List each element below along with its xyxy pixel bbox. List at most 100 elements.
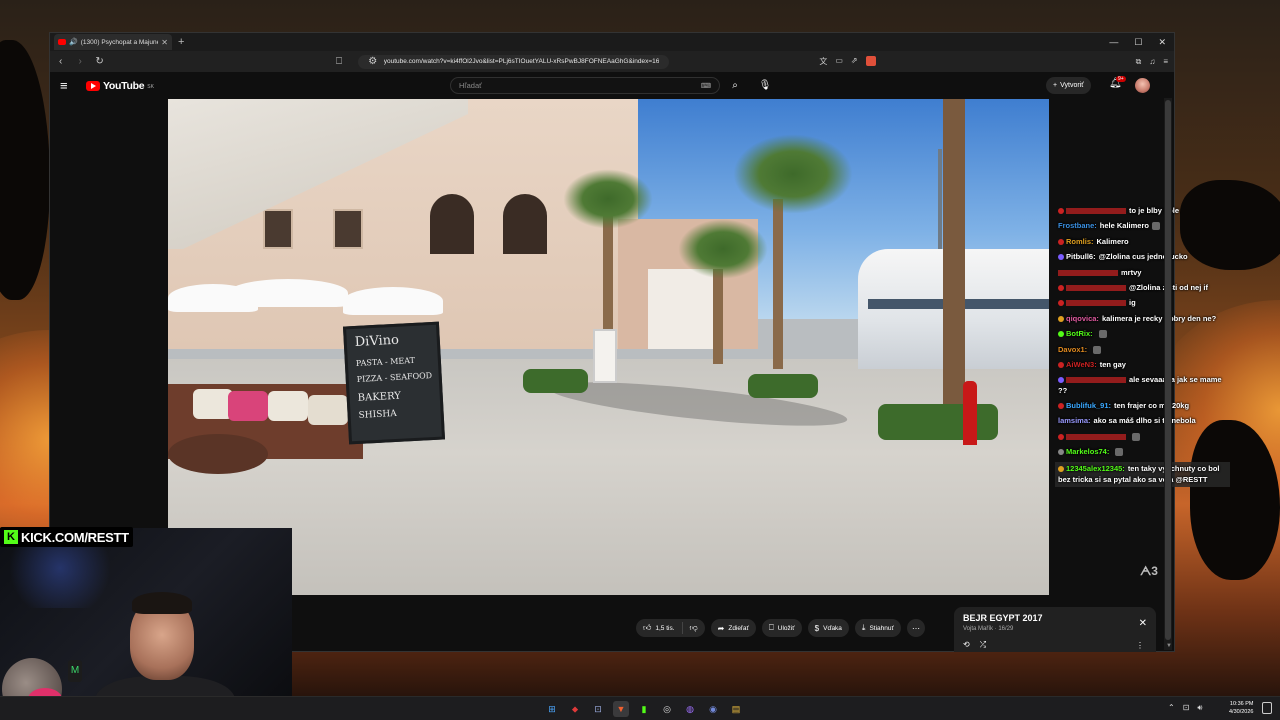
video-palm-leaves	[563, 169, 653, 229]
chat-username[interactable]: Frostbane:	[1058, 221, 1097, 230]
dislike-button[interactable]: 👎︎	[683, 619, 705, 637]
extensions-icon[interactable]: ⧉	[1136, 57, 1142, 67]
keyboard-icon[interactable]: ⌨	[701, 82, 711, 90]
chat-message: lamsima: ako sa máš dlho si tu nebola	[1058, 416, 1230, 426]
playlist-title[interactable]: BEJR EGYPT 2017	[963, 613, 1147, 623]
pin-app-icon[interactable]: ⬥	[567, 701, 583, 717]
like-button[interactable]: 👍︎ 1,5 tis.	[636, 619, 682, 637]
bookmark-icon: ⎕	[768, 623, 774, 632]
video-arch	[503, 194, 547, 254]
chat-text: kalimera je recky dobry den ne?	[1101, 313, 1217, 323]
stream-chat: to je blby vole Frostbane: hele Kalimero Ro…	[1055, 206, 1230, 492]
close-icon[interactable]: ✕	[161, 38, 168, 47]
chat-username[interactable]: qiqovica:	[1066, 314, 1099, 323]
reload-icon[interactable]: ↻	[95, 56, 104, 67]
share-button[interactable]: ➦ Zdieľať	[710, 619, 756, 637]
address-bar-actions: 文 ▭ ⇗	[819, 56, 876, 67]
search-input[interactable]	[459, 81, 701, 90]
create-button[interactable]: + Vytvoriť	[1046, 77, 1091, 94]
screencast-icon[interactable]: ▭	[835, 56, 843, 67]
chat-username[interactable]: Bublifuk_91:	[1066, 401, 1111, 410]
speaker-icon[interactable]: 🔊	[69, 38, 78, 46]
chat-username-obscured	[1066, 377, 1126, 384]
save-button[interactable]: ⎕ Uložiť	[761, 619, 802, 637]
network-icon[interactable]: ⊡	[1183, 703, 1190, 713]
youtube-logo-text: YouTube	[103, 79, 145, 92]
chat-badge-icon	[1058, 466, 1064, 473]
chat-text: ako sa máš dlho si tu nebola	[1093, 416, 1196, 426]
chat-message: ig	[1058, 298, 1230, 308]
more-vert-icon[interactable]: ⋮	[1136, 641, 1144, 650]
kick-banner: K KICK.COM/RESTT	[0, 527, 133, 547]
chat-username[interactable]: Markelos74:	[1066, 447, 1109, 456]
download-button[interactable]: ⤓ Stiahnuť	[854, 619, 901, 637]
kick-app-icon[interactable]: ▮	[636, 701, 652, 717]
volume-icon[interactable]: 🔊︎	[1197, 703, 1202, 713]
chat-username-obscured	[1066, 433, 1126, 440]
video-cushion	[308, 395, 348, 425]
file-explorer-icon[interactable]: ▤	[728, 701, 744, 717]
search-icon[interactable]: ⌕	[726, 77, 744, 94]
shuffle-icon[interactable]: ⤮	[980, 640, 986, 650]
forward-icon[interactable]: ›	[75, 56, 84, 67]
tab-bar: 🔊 (1300) Psychopat a Majuner s ✕ + — ☐ ✕	[50, 33, 1174, 51]
menu-icon[interactable]: ≡	[1163, 57, 1168, 67]
chat-badge-icon	[1058, 361, 1064, 368]
maximize-icon[interactable]: ☐	[1134, 37, 1142, 48]
chat-message: Pitbull6: @Zlolina cus jednorucko	[1058, 252, 1230, 262]
chat-text: ig	[1129, 298, 1136, 308]
obs-icon[interactable]: ◎	[659, 701, 675, 717]
close-icon[interactable]: ✕	[1139, 618, 1147, 629]
chat-username[interactable]: AiWeN3:	[1066, 360, 1097, 369]
bookmark-icon[interactable]: ⎕	[334, 56, 343, 67]
windows-start-icon[interactable]: ⊞	[544, 701, 560, 717]
video-player[interactable]: DiVino PASTA - MEAT PIZZA - SEAFOOD BAKE…	[168, 99, 1049, 595]
chat-username[interactable]: BotRix:	[1066, 329, 1093, 338]
repeat-icon[interactable]: ⟲	[963, 640, 970, 650]
plus-icon[interactable]: +	[178, 36, 184, 48]
translate-icon[interactable]: 文	[819, 56, 827, 67]
site-info-icon[interactable]: ⚙	[368, 56, 378, 67]
chat-message: @Zlolina zisti od nej if	[1058, 283, 1230, 293]
browser-tab[interactable]: 🔊 (1300) Psychopat a Majuner s ✕	[54, 34, 172, 50]
chat-username[interactable]: Pitbull6:	[1066, 252, 1096, 261]
back-icon[interactable]: ‹	[56, 56, 65, 67]
url-field[interactable]: ⚙ youtube.com/watch?v=ki4ffOl2Jvo&list=P…	[357, 54, 670, 69]
close-window-icon[interactable]: ✕	[1158, 37, 1166, 48]
video-arch	[430, 194, 474, 254]
chat-username[interactable]: Davox1:	[1058, 345, 1087, 354]
video-palm-leaves	[733, 134, 853, 214]
app-icon[interactable]: ◍	[682, 701, 698, 717]
discord-icon[interactable]: ◉	[705, 701, 721, 717]
microphone-icon[interactable]: 🎙	[756, 77, 774, 94]
media-icon[interactable]: ♫	[1149, 57, 1155, 67]
chat-badge-icon	[1058, 254, 1064, 261]
scroll-down-arrow-icon[interactable]: ▼	[1166, 643, 1172, 649]
chat-username[interactable]: lamsima:	[1058, 416, 1091, 425]
clock[interactable]: 10:36 PM 4/30/2026	[1229, 700, 1253, 716]
more-actions-button[interactable]: ⋯	[906, 619, 925, 637]
chat-badge-icon	[1058, 331, 1064, 338]
youtube-play-icon	[86, 80, 100, 91]
scrollbar-thumb[interactable]	[1165, 100, 1171, 640]
brave-shield-icon[interactable]	[865, 56, 876, 66]
avatar[interactable]	[1135, 78, 1150, 93]
chat-message: Frostbane: hele Kalimero	[1058, 221, 1230, 231]
menu-chalkboard: DiVino PASTA - MEAT PIZZA - SEAFOOD BAKE…	[342, 321, 446, 445]
hamburger-menu-icon[interactable]: ≡	[60, 78, 80, 93]
minimize-icon[interactable]: —	[1109, 37, 1118, 48]
youtube-logo[interactable]: YouTube SK	[86, 80, 154, 92]
tray-chevron-icon[interactable]: ⌃	[1168, 703, 1175, 713]
board-line: DiVino	[354, 332, 400, 350]
brave-browser-icon[interactable]: ▼	[613, 701, 629, 717]
chat-badge-icon	[1058, 377, 1064, 384]
share-icon[interactable]: ⇗	[851, 56, 858, 67]
terminal-icon[interactable]: ⊡	[590, 701, 606, 717]
create-label: Vytvoriť	[1060, 82, 1084, 89]
chat-username[interactable]: 12345alex12345:	[1066, 464, 1125, 473]
kick-logo-icon: K	[4, 530, 18, 544]
notification-center-icon[interactable]	[1262, 702, 1272, 714]
thanks-button[interactable]: $ Vďaka	[807, 619, 849, 637]
chat-message: 12345alex12345: ten taky vyschnuty co bol…	[1055, 462, 1230, 487]
chat-username[interactable]: Romlis:	[1066, 237, 1094, 246]
